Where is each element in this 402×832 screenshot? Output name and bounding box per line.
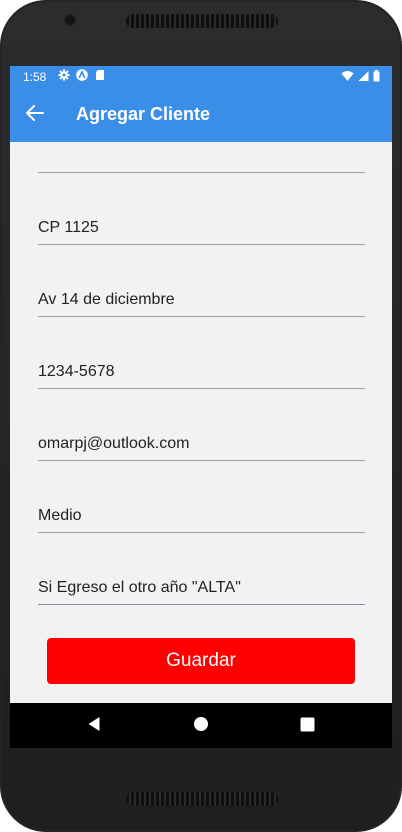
form-field-phone[interactable]: 1234-5678 bbox=[38, 358, 365, 389]
form-field-address-top[interactable] bbox=[38, 142, 365, 173]
sd-card-icon bbox=[94, 69, 106, 81]
field-value: Medio bbox=[38, 507, 82, 524]
device-screen: 1:58 Agregar Cliente CP 1125 Av 14 de di… bbox=[10, 66, 392, 748]
status-time: 1:58 bbox=[23, 70, 47, 84]
field-value: omarpj@outlook.com bbox=[38, 435, 190, 452]
back-button[interactable] bbox=[20, 100, 50, 130]
form-field-level[interactable]: Medio bbox=[38, 502, 365, 533]
gear-icon bbox=[58, 69, 70, 81]
recents-square-icon bbox=[300, 717, 315, 736]
back-triangle-icon bbox=[87, 716, 101, 736]
battery-icon bbox=[373, 70, 380, 85]
status-bar: 1:58 bbox=[10, 66, 392, 88]
arrow-left-icon bbox=[26, 105, 44, 125]
field-value: 1234-5678 bbox=[38, 363, 115, 380]
nav-home-button[interactable] bbox=[186, 711, 216, 741]
field-value: CP 1125 bbox=[38, 219, 99, 236]
form-field-email[interactable]: omarpj@outlook.com bbox=[38, 430, 365, 461]
form-field-postal-code[interactable]: CP 1125 bbox=[38, 214, 365, 245]
status-notification-icons bbox=[58, 69, 106, 81]
form-field-street[interactable]: Av 14 de diciembre bbox=[38, 286, 365, 317]
front-camera bbox=[64, 14, 76, 26]
top-speaker-grille bbox=[126, 14, 278, 28]
form-field-notes[interactable]: Si Egreso el otro año "ALTA" bbox=[38, 574, 365, 605]
nav-recents-button[interactable] bbox=[292, 711, 322, 741]
nav-back-button[interactable] bbox=[79, 711, 109, 741]
field-value: Av 14 de diciembre bbox=[38, 291, 175, 308]
signal-icon bbox=[358, 70, 369, 85]
wifi-icon bbox=[341, 70, 354, 85]
bottom-speaker-grille bbox=[126, 792, 278, 806]
system-nav-bar bbox=[10, 703, 392, 748]
phone-device-frame: 1:58 Agregar Cliente CP 1125 Av 14 de di… bbox=[0, 0, 402, 832]
page-title: Agregar Cliente bbox=[76, 104, 211, 124]
home-circle-icon bbox=[193, 716, 209, 736]
save-button[interactable]: Guardar bbox=[47, 638, 355, 684]
field-value: Si Egreso el otro año "ALTA" bbox=[38, 579, 241, 596]
android-studio-icon bbox=[76, 69, 88, 81]
app-bar: Agregar Cliente bbox=[10, 88, 392, 142]
status-system-icons bbox=[341, 70, 380, 85]
